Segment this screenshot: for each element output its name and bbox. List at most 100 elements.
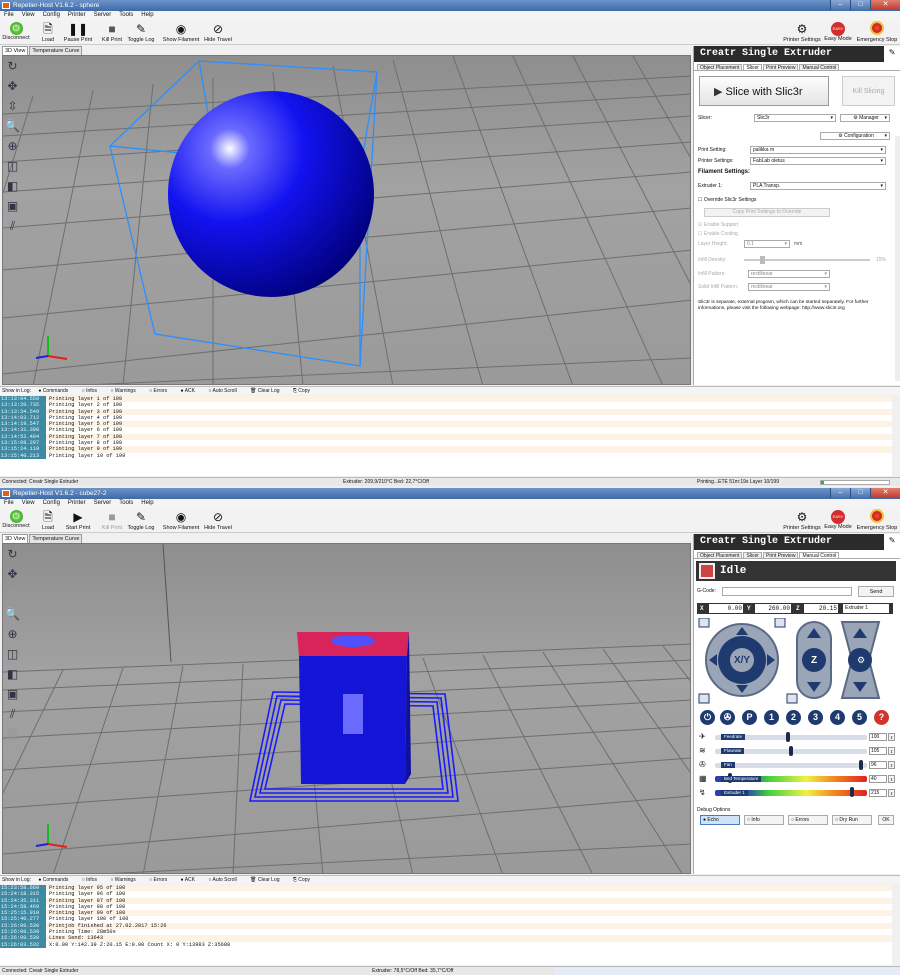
log-view[interactable]: 13:13:04.550 Printing layer 1 of 199 13:13… <box>0 396 892 476</box>
maximize-button[interactable]: □ <box>850 0 870 10</box>
extruder-select[interactable]: Extruder 1 <box>843 604 889 613</box>
slider-knob[interactable] <box>789 746 793 756</box>
close-button[interactable]: ✕ <box>870 0 900 10</box>
menu-config[interactable]: Config <box>43 11 60 20</box>
printer-settings-button[interactable]: ⚙ Printer Settings <box>782 20 822 45</box>
slicer-select[interactable]: Slic3r <box>754 114 836 122</box>
rotate-icon[interactable]: ↻ <box>4 57 21 75</box>
menu-file[interactable]: File <box>4 11 14 20</box>
menu-config[interactable]: Config <box>43 499 60 508</box>
3d-viewport[interactable]: ↻ ✥ ⇳ 🔍 ⊕ ◫ ◧ ▣ ⫽ <box>2 55 691 385</box>
solid-infill-select[interactable]: rectilinear <box>748 283 830 291</box>
menu-printer[interactable]: Printer <box>68 499 86 508</box>
debug-dryrun-button[interactable]: ○ Dry Run <box>832 815 872 825</box>
parallel-view-icon[interactable]: ⫽ <box>4 217 21 235</box>
toggle-log-button[interactable]: ✎ Toggle Log <box>126 508 156 533</box>
move-object-icon[interactable]: ⇳ <box>4 585 21 603</box>
log-ack-toggle[interactable]: ● ACK <box>181 388 201 394</box>
tab-manual-control[interactable]: Manual Control <box>799 64 840 71</box>
menu-view[interactable]: View <box>22 499 35 508</box>
slider-knob[interactable] <box>785 732 790 742</box>
printer-settings-select[interactable]: FabLab oletus <box>750 157 886 165</box>
slider-value-input[interactable]: 215 <box>869 789 887 797</box>
easy-mode-button[interactable]: EASY Easy Mode <box>824 508 852 533</box>
copy-settings-button[interactable]: Copy Print Settings to Override <box>704 208 830 217</box>
copy-log-button[interactable]: ⎘ Copy <box>293 877 316 883</box>
move-icon[interactable]: ✥ <box>4 77 21 95</box>
gcode-input[interactable] <box>722 587 852 596</box>
sphere-model[interactable] <box>168 91 374 297</box>
menu-tools[interactable]: Tools <box>119 499 133 508</box>
debug-echo-button[interactable]: ● Echo <box>700 815 740 825</box>
slider-value-input[interactable]: 100 <box>869 733 887 741</box>
minimize-button[interactable]: – <box>830 0 850 10</box>
maximize-button[interactable]: □ <box>850 488 870 498</box>
tab-3d-view[interactable]: 3D View <box>2 534 29 543</box>
3d-viewport[interactable]: ↻ ✥ ⇳ 🔍 ⊕ ◫ ◧ ▣ ⫽ 🗑 <box>2 543 691 874</box>
tab-temperature-curve[interactable]: Temperature Curve <box>29 46 83 55</box>
macro-3-button[interactable]: 3 <box>808 710 823 725</box>
menu-printer[interactable]: Printer <box>68 11 86 20</box>
ok-button[interactable]: OK <box>878 815 894 825</box>
edit-icon[interactable]: ✎ <box>884 534 900 550</box>
slice-button[interactable]: ▶ Slice with Slic3r <box>699 76 829 106</box>
zoom-icon[interactable]: 🔍 <box>4 605 21 623</box>
move-icon[interactable]: ✥ <box>4 565 21 583</box>
log-warnings-toggle[interactable]: ○ Warnings <box>110 877 141 883</box>
spinner-icon[interactable]: ⇕ <box>888 761 895 769</box>
menu-file[interactable]: File <box>4 499 14 508</box>
log-commands-toggle[interactable]: ● Commands <box>38 877 74 883</box>
tab-slicer[interactable]: Slicer <box>743 552 762 559</box>
configuration-button[interactable]: ⚙ Configuration <box>820 132 890 140</box>
emergency-stop-button[interactable]: Emergency Stop <box>855 508 899 533</box>
log-view[interactable]: 15:23:58.660 Printing layer 95 of 100 15:2… <box>0 885 892 965</box>
load-button[interactable]: 🗎 Load <box>38 20 58 45</box>
move-object-icon[interactable]: ⇳ <box>4 97 21 115</box>
tab-temperature-curve[interactable]: Temperature Curve <box>29 534 83 543</box>
side-view-icon[interactable]: ◧ <box>4 665 21 683</box>
log-errors-toggle[interactable]: ○ Errors <box>149 877 173 883</box>
send-button[interactable]: Send <box>858 586 894 597</box>
log-autoscroll-toggle[interactable]: ○ Auto Scroll <box>208 877 242 883</box>
motors-off-icon[interactable]: ⏻ <box>700 710 715 725</box>
log-warnings-toggle[interactable]: ○ Warnings <box>110 388 141 394</box>
tab-print-preview[interactable]: Print Preview <box>762 64 799 71</box>
side-view-icon[interactable]: ◧ <box>4 177 21 195</box>
hide-travel-button[interactable]: ⊘ Hide Travel <box>202 20 234 45</box>
front-view-icon[interactable]: ◫ <box>4 157 21 175</box>
debug-errors-button[interactable]: ○ Errors <box>788 815 828 825</box>
help-button[interactable]: ? <box>874 710 889 725</box>
log-errors-toggle[interactable]: ○ Errors <box>149 388 173 394</box>
infill-density-slider[interactable] <box>744 256 870 264</box>
extruder-filament-select[interactable]: PLA Transp. <box>750 182 886 190</box>
zoom-icon[interactable]: 🔍 <box>4 117 21 135</box>
show-filament-button[interactable]: ◉ Show Filament <box>160 20 202 45</box>
start-print-button[interactable]: ▶ Start Print <box>62 508 94 533</box>
spinner-icon[interactable]: ⇕ <box>888 789 895 797</box>
enable-support-checkbox[interactable]: ☑ Enable Support <box>698 221 894 229</box>
tab-print-preview[interactable]: Print Preview <box>762 552 799 559</box>
copy-log-button[interactable]: ⎘ Copy <box>293 388 316 394</box>
log-autoscroll-toggle[interactable]: ○ Auto Scroll <box>208 388 242 394</box>
override-checkbox[interactable]: ☐ Override Slic3r Settings <box>698 196 894 204</box>
printer-settings-button[interactable]: ⚙ Printer Settings <box>782 508 822 533</box>
top-view-icon[interactable]: ▣ <box>4 685 21 703</box>
top-view-icon[interactable]: ▣ <box>4 197 21 215</box>
panel-scrollbar[interactable] <box>895 136 900 381</box>
disconnect-button[interactable]: ⏻ Disconnect <box>2 20 30 45</box>
menu-view[interactable]: View <box>22 11 35 20</box>
edit-icon[interactable]: ✎ <box>884 46 900 62</box>
macro-2-button[interactable]: 2 <box>786 710 801 725</box>
kill-print-button[interactable]: ■ Kill Print <box>100 20 124 45</box>
log-infos-toggle[interactable]: ○ Infos <box>82 877 103 883</box>
kill-slicing-button[interactable]: Kill Slicing <box>842 76 895 106</box>
layer-height-input[interactable]: 0.1 <box>744 240 790 248</box>
enable-cooling-checkbox[interactable]: ☐ Enable Cooling <box>698 230 894 238</box>
cube-model[interactable] <box>297 632 411 784</box>
menu-server[interactable]: Server <box>94 11 112 20</box>
tab-3d-view[interactable]: 3D View <box>2 46 29 55</box>
spinner-icon[interactable]: ⇕ <box>888 747 895 755</box>
macro-1-button[interactable]: 1 <box>764 710 779 725</box>
zoom-fit-icon[interactable]: ⊕ <box>4 137 21 155</box>
tab-slicer[interactable]: Slicer <box>743 64 762 71</box>
